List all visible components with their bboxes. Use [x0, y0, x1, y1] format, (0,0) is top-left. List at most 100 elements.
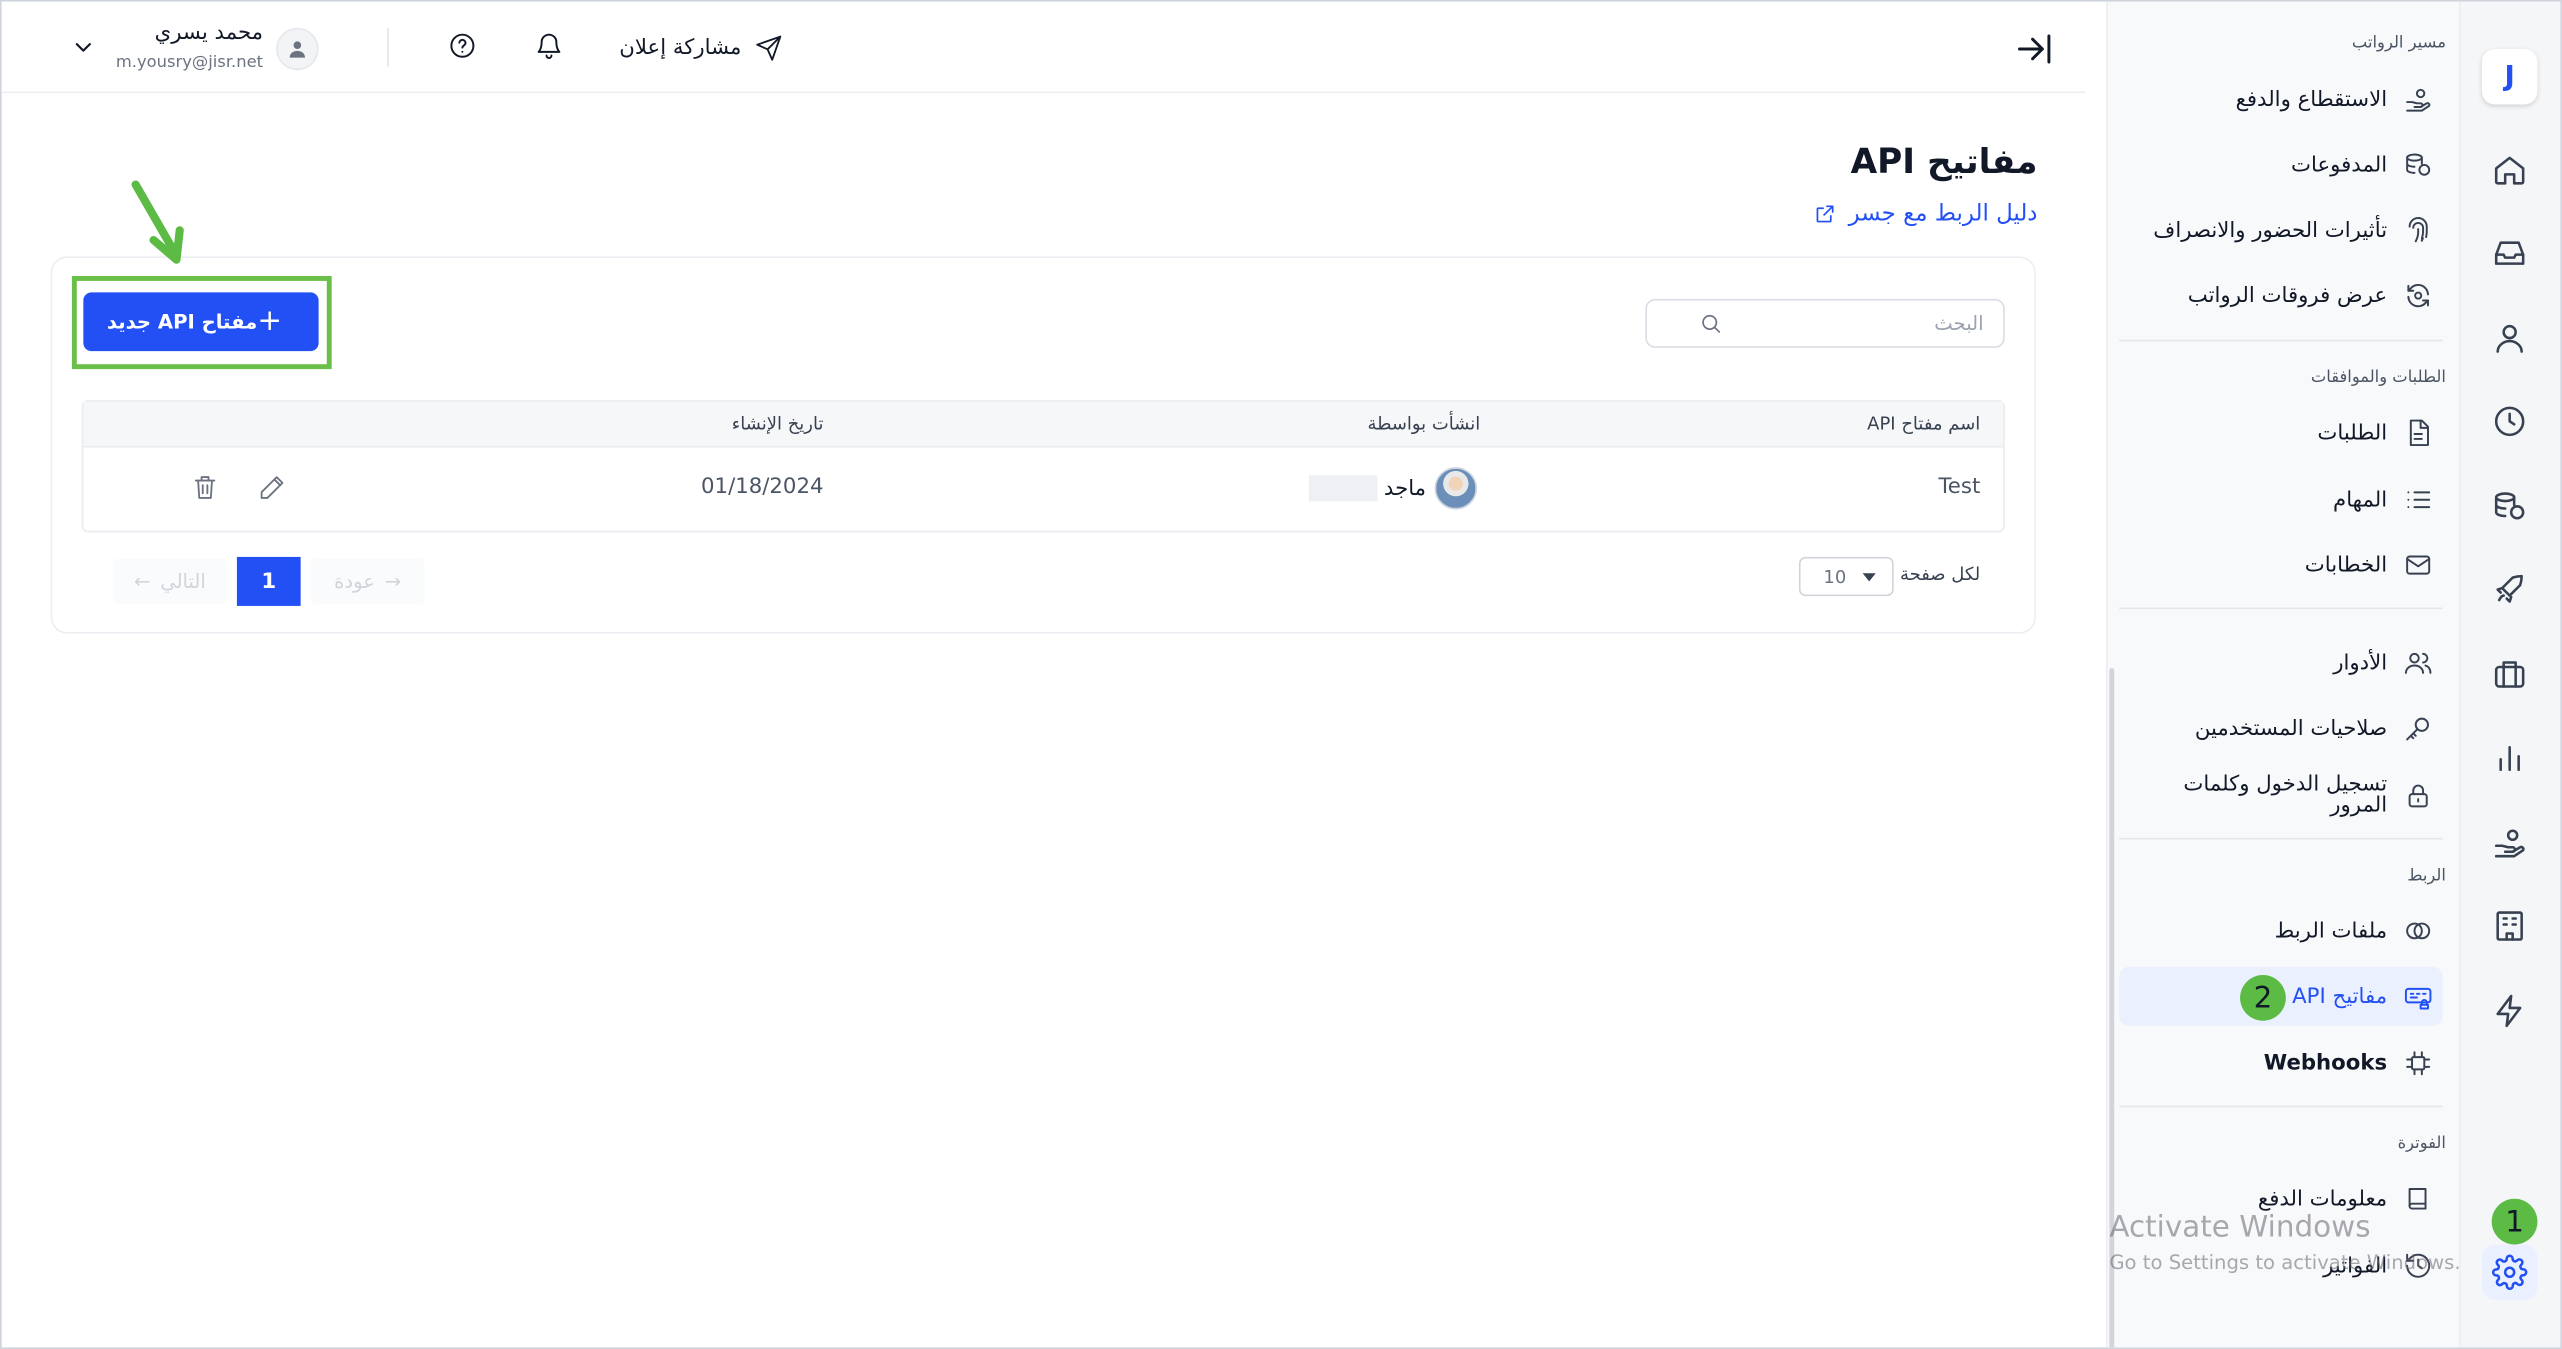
rail-employees[interactable] [2482, 310, 2538, 366]
sidebar-item-letters[interactable]: الخطابات [2119, 536, 2443, 595]
rail-inbox[interactable] [2482, 225, 2538, 281]
rail-briefcase[interactable] [2482, 647, 2538, 703]
user-avatar-icon [289, 41, 305, 58]
sidebar-divider [2119, 607, 2443, 610]
jisr-logo[interactable]: J [2481, 48, 2538, 105]
sidebar-item-attendance-effects[interactable]: تأثيرات الحضور والانصراف [2119, 201, 2443, 260]
gear-icon [2491, 1254, 2528, 1290]
column-header-key-name[interactable]: اسم مفتاح API [1867, 413, 1980, 434]
rail-attendance[interactable] [2482, 394, 2538, 450]
briefcase-icon [2494, 661, 2525, 688]
column-header-created-by[interactable]: انشأت بواسطة [1367, 413, 1480, 434]
inbox-icon [2494, 241, 2525, 265]
rail-settings[interactable] [2481, 1244, 2538, 1301]
user-menu-toggle[interactable] [70, 34, 99, 63]
pagination-back-label: عودة [334, 569, 375, 593]
sidebar-item-label: مفاتيح API [2292, 984, 2388, 1009]
key-name-cell: Test [1938, 475, 1981, 500]
envelope-icon [2406, 555, 2431, 575]
api-keys-table: اسم مفتاح API انشأت بواسطة تاريخ الإنشاء… [81, 400, 2005, 533]
api-key-icon [2404, 987, 2432, 1010]
sidebar-item-salary-differences[interactable]: عرض فروقات الرواتب [2119, 266, 2443, 325]
search-box [1645, 298, 2005, 348]
user-icon [2496, 324, 2523, 353]
arrow-left-icon: ← [133, 569, 151, 593]
sidebar-item-label: الخطابات [2304, 552, 2388, 578]
sidebar-item-roles[interactable]: الأدوار [2119, 634, 2443, 693]
coins-stack-icon [2406, 153, 2431, 176]
sidebar-item-payments[interactable]: المدفوعات [2119, 136, 2443, 195]
sidebar-item-label: تأثيرات الحضور والانصراف [2153, 218, 2388, 243]
sidebar-item-integration-files[interactable]: ملفات الربط [2119, 902, 2443, 961]
rail-automations[interactable] [2482, 983, 2538, 1039]
sidebar-item-payment-info[interactable]: معلومات الدفع [2119, 1169, 2443, 1228]
sidebar-item-requests[interactable]: الطلبات [2119, 403, 2443, 462]
sidebar-item-label: المدفوعات [2291, 152, 2388, 178]
sidebar-item-webhooks[interactable]: Webhooks [2119, 1034, 2443, 1093]
redacted-surname [1308, 475, 1378, 502]
column-header-created-at[interactable]: تاريخ الإنشاء [732, 413, 824, 434]
rail-rocket[interactable] [2482, 562, 2538, 618]
notifications-button[interactable] [534, 31, 567, 64]
rail-organization[interactable] [2482, 898, 2538, 954]
refresh-money-icon [2407, 283, 2429, 308]
rail-home[interactable] [2482, 142, 2538, 198]
rail-benefits[interactable] [2482, 815, 2538, 871]
pagination-next-button[interactable]: التالي ← [112, 558, 228, 605]
send-icon [755, 34, 781, 60]
share-announcement-label: مشاركة إعلان [619, 35, 742, 60]
per-page-select[interactable]: 10 [1798, 556, 1894, 597]
section-title-integration: الربط [2407, 867, 2446, 886]
collapse-arrow-icon [2018, 34, 2051, 64]
sidebar-item-user-permissions[interactable]: صلاحيات المستخدمين [2119, 699, 2443, 758]
trash-icon [194, 476, 216, 499]
share-announcement-button[interactable]: مشاركة إعلان [619, 28, 782, 67]
rail-reports[interactable] [2482, 730, 2538, 786]
table-header: اسم مفتاح API انشأت بواسطة تاريخ الإنشاء [83, 401, 2004, 448]
sidebar-item-label: المهام [2333, 487, 2388, 513]
rail-payroll[interactable] [2482, 479, 2538, 535]
sidebar-scrollbar[interactable] [2109, 667, 2115, 1348]
help-button[interactable] [448, 31, 481, 64]
integration-guide-label: دليل الربط مع جسر [1848, 200, 2038, 228]
icon-rail: J [2459, 1, 2561, 1348]
lightning-icon [2496, 994, 2522, 1028]
building-icon [2496, 911, 2523, 941]
per-page-label: لكل صفحة [1899, 563, 1981, 585]
webhook-icon [2406, 1051, 2431, 1076]
user-avatar[interactable] [276, 27, 319, 71]
pencil-icon [260, 476, 284, 499]
header-separator [387, 27, 389, 67]
bar-chart-icon [2499, 746, 2520, 772]
created-at-cell: 01/18/2024 [701, 475, 824, 500]
collapse-sidebar-button[interactable] [2015, 29, 2054, 68]
sidebar-item-login-passwords[interactable]: تسجيل الدخول وكلمات المرور [2119, 759, 2443, 831]
sidebar-item-invoices[interactable]: الفواتير [2119, 1236, 2443, 1295]
integration-guide-link[interactable]: دليل الربط مع جسر [1636, 200, 2038, 228]
section-title-payroll: مسير الرواتب [2351, 34, 2446, 53]
sidebar-item-label: ملفات الربط [2274, 918, 2388, 944]
help-circle-icon [450, 33, 475, 58]
arrow-right-icon: → [384, 569, 402, 593]
pagination-next-label: التالي [160, 569, 206, 593]
search-input[interactable] [1722, 311, 1984, 335]
history-icon [2406, 1253, 2431, 1278]
delete-key-button[interactable] [191, 474, 220, 503]
per-page-value: 10 [1823, 565, 1847, 588]
users-icon [2404, 652, 2432, 674]
sidebar-item-tasks[interactable]: المهام [2119, 470, 2443, 529]
pagination-current-page[interactable]: 1 [236, 556, 301, 606]
clock-icon [2494, 406, 2525, 437]
api-keys-card: + مفتاح API جديد اسم مفتاح API انشأت بوا… [50, 256, 2036, 634]
new-api-key-label: مفتاح API جديد [106, 310, 258, 334]
pagination-back-button[interactable]: → عودة [310, 558, 425, 605]
annotation-badge-two: 2 [2240, 975, 2286, 1021]
edit-key-button[interactable] [258, 474, 287, 503]
key-icon [2406, 717, 2429, 741]
document-icon [2409, 419, 2429, 447]
new-api-key-button[interactable]: + مفتاح API جديد [83, 292, 319, 352]
sidebar-item-deductions-payments[interactable]: الاستقطاع والدفع [2119, 70, 2443, 129]
section-title-requests: الطلبات والموافقات [2310, 369, 2446, 388]
sidebar-item-label: معلومات الدفع [2257, 1186, 2388, 1212]
sidebar-divider [2119, 1105, 2443, 1108]
